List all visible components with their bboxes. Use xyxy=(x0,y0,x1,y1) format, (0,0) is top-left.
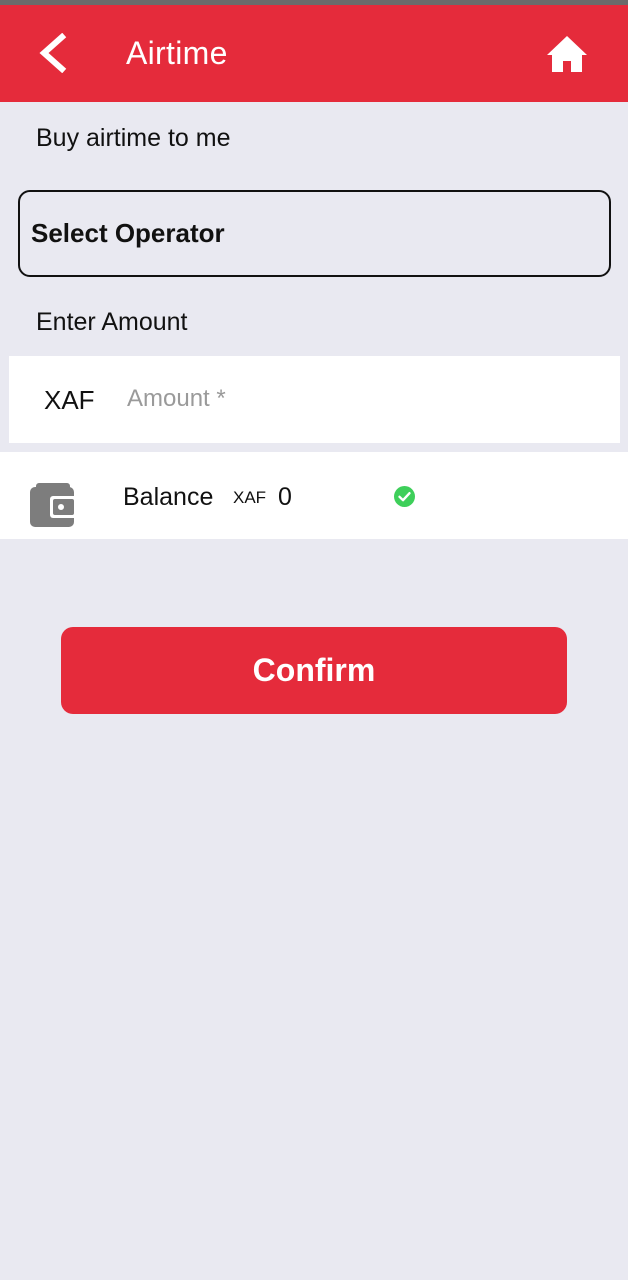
balance-value: 0 xyxy=(278,483,292,511)
select-operator-dropdown[interactable]: Select Operator xyxy=(18,190,611,277)
amount-input[interactable] xyxy=(117,374,597,424)
app-header: Airtime xyxy=(0,5,628,102)
confirm-button[interactable]: Confirm xyxy=(61,627,567,714)
select-operator-label: Select Operator xyxy=(31,218,225,248)
home-button[interactable] xyxy=(544,32,590,76)
balance-currency: XAF xyxy=(233,488,267,507)
enter-amount-label: Enter Amount xyxy=(36,308,188,336)
wallet-icon xyxy=(30,483,77,527)
home-icon xyxy=(547,36,587,72)
balance-label: Balance xyxy=(123,483,214,511)
balance-row: Balance XAF 0 xyxy=(0,452,628,539)
buy-airtime-label: Buy airtime to me xyxy=(36,124,231,152)
amount-field-row: XAF xyxy=(9,356,620,443)
back-button[interactable] xyxy=(30,31,74,75)
amount-currency-label: XAF xyxy=(44,385,95,415)
page-title: Airtime xyxy=(126,35,228,71)
check-circle-icon xyxy=(394,486,415,507)
chevron-left-icon xyxy=(39,33,67,73)
